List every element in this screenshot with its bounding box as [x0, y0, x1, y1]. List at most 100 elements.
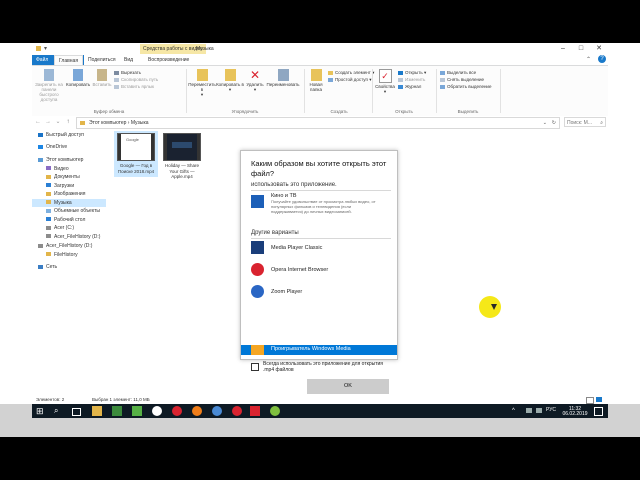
quick-access-toolbar-icon[interactable]: ▾: [44, 45, 47, 52]
paste-shortcut-button[interactable]: Вставить ярлык: [114, 84, 154, 90]
refresh-icon[interactable]: ↻: [552, 118, 556, 128]
chrome-icon[interactable]: [212, 406, 222, 416]
open-button[interactable]: Открыть ▾: [398, 70, 426, 76]
file-explorer-taskbar-icon[interactable]: [92, 406, 102, 416]
app-taskbar-icon[interactable]: [112, 406, 122, 416]
opera-taskbar-icon[interactable]: [172, 406, 182, 416]
tab-home[interactable]: Главная: [54, 55, 84, 65]
search-input[interactable]: Поиск: М... ⌕: [564, 117, 606, 127]
nav-item-icon: [46, 183, 51, 188]
app-option-opera[interactable]: Opera Internet Browser: [271, 267, 328, 273]
nav-item[interactable]: Этот компьютер: [32, 156, 106, 164]
pin-quick-access-button[interactable]: Закрепить на панели быстрого доступа: [34, 69, 64, 102]
tray-arrow-icon[interactable]: ^: [512, 408, 515, 414]
nav-item[interactable]: Сеть: [32, 263, 106, 271]
firefox-icon[interactable]: [192, 406, 202, 416]
history-button[interactable]: Журнал: [398, 84, 421, 90]
delete-button[interactable]: ✕ Удалить ▾: [244, 69, 266, 92]
new-folder-button[interactable]: Новая папка: [306, 69, 326, 92]
nav-item[interactable]: OneDrive: [32, 143, 106, 151]
move-to-button[interactable]: Переместить в ▾: [188, 69, 216, 97]
nav-item[interactable]: Загрузки: [32, 182, 106, 190]
tab-view[interactable]: Вид: [120, 55, 137, 65]
nav-item[interactable]: Рабочий стол: [32, 216, 106, 224]
divider: [251, 238, 391, 239]
yandex-browser-icon[interactable]: [152, 406, 162, 416]
highlighted-option[interactable]: Проигрыватель Windows Media: [241, 345, 397, 355]
tab-share[interactable]: Поделиться: [84, 55, 120, 65]
new-folder-label: Новая папка: [309, 82, 323, 92]
app-taskbar-icon[interactable]: [270, 406, 280, 416]
copy-button[interactable]: Копировать: [66, 69, 90, 87]
language-indicator[interactable]: РУС: [546, 408, 556, 413]
new-item-label: Создать элемент: [335, 70, 371, 75]
properties-button[interactable]: ✓ Свойства ▾: [374, 69, 396, 94]
new-item-button[interactable]: Создать элемент ▾: [328, 70, 374, 76]
nav-item[interactable]: FileHistory: [32, 251, 106, 259]
select-all-button[interactable]: Выделить все: [440, 70, 476, 76]
address-dropdown-icon[interactable]: ⌄: [543, 118, 547, 128]
select-all-icon: [440, 70, 445, 75]
nav-item[interactable]: Acer_FileHistory (D:): [32, 242, 106, 250]
minimize-button[interactable]: –: [554, 43, 572, 55]
easy-access-label: Простой доступ: [335, 77, 368, 82]
nav-item[interactable]: Видео: [32, 165, 106, 173]
select-none-button[interactable]: Снять выделение: [440, 77, 484, 83]
copy-to-button[interactable]: Копировать в ▾: [216, 69, 244, 92]
address-bar[interactable]: Этот компьютер › Музыка ⌄ ↻: [76, 117, 560, 129]
file-item[interactable]: Holiday — Share Your Gifts — Apple.mp4: [160, 131, 204, 183]
nav-item[interactable]: Документы: [32, 173, 106, 181]
nav-item-icon: [38, 157, 43, 162]
rename-button[interactable]: Переименовать: [264, 69, 302, 87]
nav-item[interactable]: Объемные объекты: [32, 207, 106, 215]
music-folder-icon: [80, 121, 85, 125]
cut-label: Вырезать: [121, 70, 142, 75]
nav-item[interactable]: Acer_FileHistory (D:): [32, 233, 106, 241]
app-option-zoom-player[interactable]: Zoom Player: [271, 289, 302, 295]
volume-icon[interactable]: [536, 408, 542, 413]
task-view-icon[interactable]: [72, 408, 81, 416]
windows-start-icon[interactable]: ⊞: [36, 406, 46, 416]
select-all-label: Выделить все: [447, 70, 477, 75]
easy-access-button[interactable]: Простой доступ ▾: [328, 77, 371, 83]
always-use-checkbox[interactable]: [251, 363, 259, 371]
copy-path-icon: [114, 77, 119, 82]
ribbon-collapse-icon[interactable]: ⌃: [586, 56, 591, 63]
forward-arrow-icon[interactable]: →: [44, 118, 52, 127]
easy-access-icon: [328, 77, 333, 82]
invert-selection-button[interactable]: Обратить выделение: [440, 84, 491, 90]
video-thumbnail: [163, 133, 201, 161]
help-icon[interactable]: ?: [598, 55, 606, 63]
ok-button[interactable]: OK: [307, 379, 389, 394]
clock[interactable]: 11:32 06.02.2019: [562, 407, 588, 416]
notifications-icon[interactable]: [594, 407, 603, 416]
network-icon[interactable]: [526, 408, 532, 413]
app-taskbar-icon[interactable]: [232, 406, 242, 416]
nav-item[interactable]: Быстрый доступ: [32, 131, 106, 139]
nav-item-label: Рабочий стол: [54, 216, 86, 223]
back-arrow-icon[interactable]: ←: [34, 118, 42, 127]
search-taskbar-icon[interactable]: ⌕: [54, 406, 64, 416]
edit-button[interactable]: Изменить: [398, 77, 425, 83]
copy-path-button[interactable]: Скопировать путь: [114, 77, 158, 83]
app-taskbar-icon[interactable]: [132, 406, 142, 416]
details-view-icon[interactable]: [586, 397, 594, 404]
large-icons-view-icon[interactable]: [596, 397, 602, 402]
nav-item[interactable]: Музыка: [32, 198, 106, 207]
file-item[interactable]: Google Google — Год в Поиске 2018.mp4: [114, 131, 158, 177]
chevron-down-icon[interactable]: ⌄: [54, 118, 62, 127]
close-button[interactable]: ✕: [590, 43, 608, 55]
tab-playback[interactable]: Воспроизведение: [144, 55, 193, 65]
nav-item-label: Acer_FileHistory (D:): [54, 233, 101, 240]
app-option-media-player-classic[interactable]: Media Player Classic: [271, 245, 322, 251]
dialog-title: Каким образом вы хотите открыть этот фай…: [251, 159, 387, 178]
cut-button[interactable]: Вырезать: [114, 70, 141, 76]
paste-button[interactable]: Вставить: [90, 69, 114, 87]
nav-item[interactable]: Acer (C:): [32, 224, 106, 232]
nav-item[interactable]: Изображения: [32, 190, 106, 198]
new-item-icon: [328, 70, 333, 75]
up-arrow-icon[interactable]: ↑: [64, 118, 72, 127]
maximize-button[interactable]: □: [572, 43, 590, 55]
app-taskbar-icon[interactable]: [250, 406, 260, 416]
ribbon-tabs: Файл Главная Поделиться Вид Воспроизведе…: [32, 55, 608, 65]
